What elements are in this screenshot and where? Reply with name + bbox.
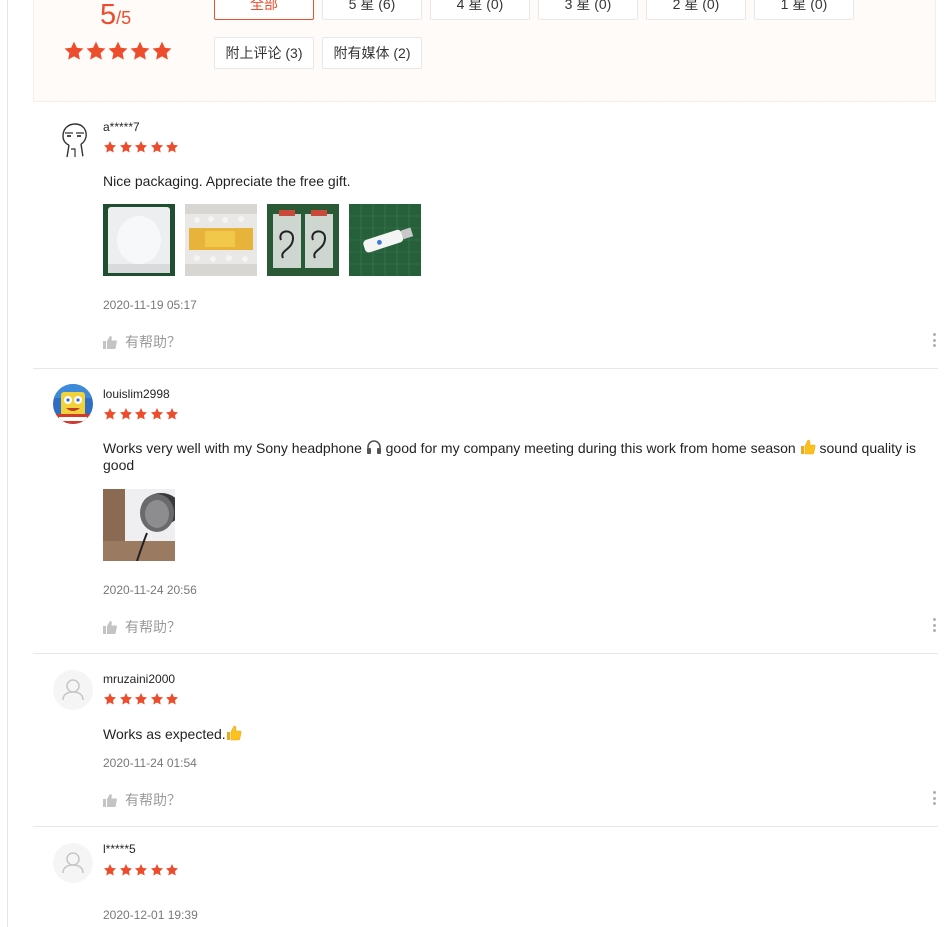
star-icon: [134, 141, 148, 153]
helpful-label: 有帮助？: [125, 792, 181, 808]
star-icon: [64, 41, 84, 60]
review-date: 2020-11-19 05:17: [103, 298, 197, 312]
star-icon: [130, 41, 150, 60]
review-stars: [103, 140, 181, 154]
review-photo-headphone[interactable]: [103, 489, 175, 561]
comment-text: good for my company meeting during this …: [381, 440, 800, 456]
star-icon: [165, 141, 179, 153]
bubble-wrap-photo-icon: [185, 204, 257, 276]
thumbs-up-emoji-icon: [800, 439, 816, 455]
helpful-button[interactable]: 有帮助？: [103, 790, 181, 810]
cartoon-avatar[interactable]: [53, 384, 93, 424]
star-icon: [165, 864, 179, 876]
cables-photo-icon: [267, 204, 339, 276]
star-icon: [103, 864, 117, 876]
overall-stars: [63, 40, 173, 62]
star-icon: [119, 864, 132, 876]
review-username[interactable]: mruzaini2000: [103, 672, 175, 686]
star-icon: [165, 693, 179, 705]
review-username[interactable]: a*****7: [103, 120, 140, 134]
more-options-icon[interactable]: [932, 333, 938, 349]
star-icon: [150, 408, 163, 420]
score-value: 5: [100, 0, 117, 31]
headphone-icon: [366, 440, 381, 454]
left-border: [7, 0, 8, 927]
star-icon: [86, 41, 106, 60]
star-icon: [103, 408, 117, 420]
comment-text: Works very well with my Sony headphone: [103, 440, 366, 456]
helpful-button[interactable]: 有帮助？: [103, 332, 181, 352]
cartoon-avatar-icon: [53, 384, 93, 424]
star-icon: [150, 693, 163, 705]
star-icon: [152, 41, 172, 60]
user-drawing-avatar-icon: [62, 123, 87, 158]
thumbs-up-icon: [103, 336, 117, 349]
star-icon: [108, 41, 128, 60]
more-options-icon[interactable]: [932, 618, 938, 634]
filter-all-button[interactable]: 全部: [214, 0, 314, 20]
review-date: 2020-11-24 01:54: [103, 756, 197, 770]
headphone-photo-icon: [103, 489, 175, 561]
review-item: louislim2998 Works very well with my Son…: [33, 368, 938, 654]
review-username[interactable]: louislim2998: [103, 387, 170, 401]
review-date: 2020-12-01 19:39: [103, 908, 198, 922]
package-photo-icon: [103, 204, 175, 276]
default-user-icon: [62, 852, 84, 874]
default-user-icon: [62, 679, 84, 701]
overall-score: 5/5: [100, 0, 131, 32]
review-username[interactable]: l*****5: [103, 842, 136, 856]
review-date: 2020-11-24 20:56: [103, 583, 197, 597]
review-item: mruzaini2000 Works as expected. 2020-11-…: [33, 653, 938, 827]
review-stars: [103, 407, 181, 421]
star-icon: [150, 141, 163, 153]
comment-text: Works as expected.: [103, 726, 226, 742]
filter-2-star-button[interactable]: 2 星 (0): [646, 0, 746, 20]
review-comment: Nice packaging. Appreciate the free gift…: [103, 173, 351, 189]
filter-3-star-button[interactable]: 3 星 (0): [538, 0, 638, 20]
thumbs-up-emoji-icon: [226, 725, 242, 741]
helpful-label: 有帮助？: [125, 334, 181, 350]
review-photo-cables[interactable]: [267, 204, 339, 276]
review-photo-package[interactable]: [103, 204, 175, 276]
usb-adapter-photo-icon: [349, 204, 421, 276]
star-icon: [134, 864, 148, 876]
review-photo-usb-adapter[interactable]: [349, 204, 421, 276]
filter-5-star-button[interactable]: 5 星 (6): [322, 0, 422, 20]
review-comment: Works as expected.: [103, 725, 923, 743]
star-icon: [134, 408, 148, 420]
star-icon: [119, 408, 132, 420]
star-icon: [165, 408, 179, 420]
more-options-icon[interactable]: [932, 791, 938, 807]
review-item: l*****5 2020-12-01 19:39: [33, 826, 938, 927]
review-comment: Works very well with my Sony headphone g…: [103, 439, 923, 474]
star-icon: [150, 864, 163, 876]
filter-4-star-button[interactable]: 4 星 (0): [430, 0, 530, 20]
star-icon: [103, 693, 117, 705]
filter-1-star-button[interactable]: 1 星 (0): [754, 0, 854, 20]
review-stars: [103, 863, 181, 877]
filter-with-media-button[interactable]: 附有媒体 (2): [322, 37, 422, 69]
filter-with-comments-button[interactable]: 附上评论 (3): [214, 37, 314, 69]
thumbs-up-icon: [103, 621, 117, 634]
rating-overview: 5/5 全部 5 星 (6) 4 星 (0) 3 星 (0) 2 星 (0) 1…: [33, 0, 936, 102]
user-drawing-avatar[interactable]: [53, 119, 93, 159]
review-item: a*****7 Nice packaging. Appreciate the f…: [33, 103, 938, 369]
star-icon: [103, 141, 117, 153]
star-icon: [119, 693, 132, 705]
score-max: /5: [116, 8, 132, 28]
default-user-avatar[interactable]: [53, 843, 93, 883]
default-user-avatar[interactable]: [53, 670, 93, 710]
review-media: [103, 204, 421, 276]
helpful-button[interactable]: 有帮助？: [103, 617, 181, 637]
star-icon: [134, 693, 148, 705]
helpful-label: 有帮助？: [125, 619, 181, 635]
review-media: [103, 489, 175, 561]
star-icon: [119, 141, 132, 153]
review-photo-bubble-wrap[interactable]: [185, 204, 257, 276]
thumbs-up-icon: [103, 794, 117, 807]
review-stars: [103, 692, 181, 706]
